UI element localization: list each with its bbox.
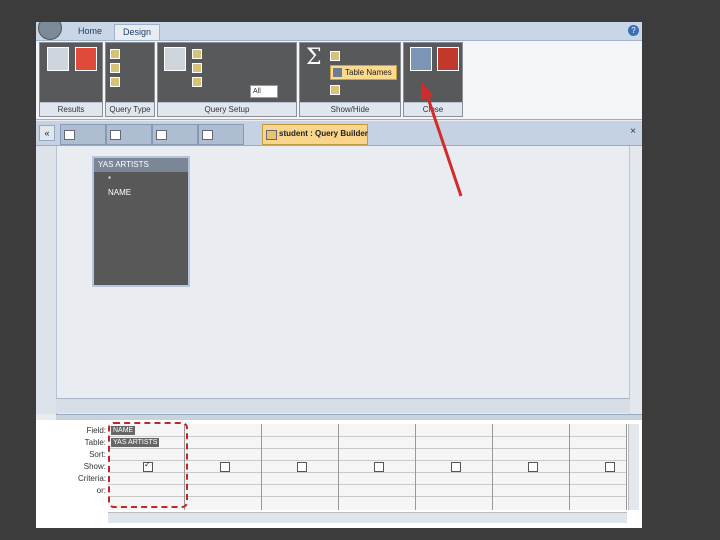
row-label-field: Field: bbox=[86, 426, 106, 435]
field-list-item[interactable]: * bbox=[94, 172, 188, 185]
document-tab-2[interactable] bbox=[106, 124, 152, 145]
close-document-icon[interactable]: × bbox=[630, 126, 636, 137]
property-sheet-button[interactable] bbox=[330, 49, 392, 61]
delete-rows-button[interactable] bbox=[192, 61, 274, 73]
document-tab-4[interactable] bbox=[198, 124, 244, 145]
row-label-table: Table: bbox=[84, 438, 106, 447]
save-icon bbox=[410, 47, 432, 71]
show-checkbox[interactable] bbox=[374, 462, 384, 472]
ribbon: Results Query Type All Query Setup Σ Tab… bbox=[36, 41, 642, 120]
show-checkbox[interactable] bbox=[605, 462, 615, 472]
document-tab-3[interactable] bbox=[152, 124, 198, 145]
row-label-criteria: Criteria: bbox=[77, 474, 106, 483]
grid-column[interactable] bbox=[262, 424, 339, 510]
run-icon bbox=[75, 47, 97, 71]
group-close: Close bbox=[403, 42, 463, 117]
row-label-show: Show: bbox=[83, 462, 106, 471]
vertical-scrollbar[interactable] bbox=[629, 146, 642, 414]
show-checkbox[interactable] bbox=[220, 462, 230, 472]
show-table-icon bbox=[164, 47, 186, 71]
run-button[interactable] bbox=[73, 47, 99, 93]
grid-vertical-scrollbar[interactable] bbox=[628, 424, 639, 510]
return-value-field[interactable]: All bbox=[250, 85, 278, 98]
insert-rows-button[interactable] bbox=[192, 47, 274, 59]
document-tab-query-builder[interactable]: student : Query Builder bbox=[262, 124, 368, 145]
grid-column[interactable] bbox=[570, 424, 627, 510]
table-names-button[interactable]: Table Names bbox=[330, 65, 397, 80]
group-query-type: Query Type bbox=[105, 42, 155, 117]
field-list-title: YAS ARTISTS bbox=[94, 158, 188, 172]
chevron-left-icon[interactable]: « bbox=[39, 125, 55, 141]
group-results: Results bbox=[39, 42, 103, 117]
select-query-button[interactable] bbox=[110, 47, 122, 59]
row-label-or: or: bbox=[96, 486, 106, 495]
view-button[interactable] bbox=[45, 47, 71, 93]
grid-column[interactable] bbox=[416, 424, 493, 510]
group-label-query-setup: Query Setup bbox=[158, 102, 296, 116]
close-icon bbox=[437, 47, 459, 71]
append-button[interactable] bbox=[110, 75, 122, 87]
save-button[interactable] bbox=[408, 47, 434, 93]
tab-design[interactable]: Design bbox=[114, 24, 161, 40]
group-query-setup: All Query Setup bbox=[157, 42, 297, 117]
group-label-results: Results bbox=[40, 102, 102, 116]
view-icon bbox=[47, 47, 69, 71]
table-names-icon bbox=[333, 68, 342, 77]
group-label-show-hide: Show/Hide bbox=[300, 102, 400, 116]
help-icon[interactable]: ? bbox=[628, 25, 639, 36]
ribbon-tab-strip: Home Design ? bbox=[36, 22, 642, 41]
grid-column[interactable] bbox=[493, 424, 570, 510]
builder-button[interactable] bbox=[192, 75, 254, 87]
highlight-first-column bbox=[108, 422, 188, 508]
group-label-query-type: Query Type bbox=[106, 102, 154, 116]
close-button[interactable] bbox=[435, 47, 461, 93]
office-button[interactable] bbox=[38, 22, 62, 40]
horizontal-scrollbar[interactable] bbox=[56, 398, 630, 413]
group-show-hide: Σ Table Names Show/Hide bbox=[299, 42, 401, 117]
grid-horizontal-scrollbar[interactable] bbox=[108, 512, 627, 523]
group-label-close: Close bbox=[404, 102, 462, 116]
grid-row-labels: Field: Table: Sort: Show: Criteria: or: bbox=[56, 425, 106, 497]
query-design-pane: YAS ARTISTS * NAME bbox=[36, 146, 642, 414]
show-checkbox[interactable] bbox=[451, 462, 461, 472]
navigation-pane-collapsed[interactable] bbox=[36, 146, 57, 414]
row-label-sort: Sort: bbox=[89, 450, 106, 459]
document-tab-label: student : Query Builder bbox=[279, 129, 368, 138]
show-table-button[interactable] bbox=[162, 47, 188, 93]
table-names-label: Table Names bbox=[345, 68, 392, 77]
totals-icon[interactable]: Σ bbox=[306, 45, 322, 70]
access-window: Home Design ? Results Query Type All Que… bbox=[36, 22, 642, 528]
tab-home[interactable]: Home bbox=[70, 24, 110, 39]
make-table-button[interactable] bbox=[110, 61, 122, 73]
show-checkbox[interactable] bbox=[528, 462, 538, 472]
show-checkbox[interactable] bbox=[297, 462, 307, 472]
document-tab-strip: « student : Query Builder × bbox=[36, 121, 642, 146]
document-tab-1[interactable] bbox=[60, 124, 106, 145]
parameters-button[interactable] bbox=[330, 83, 392, 95]
grid-column[interactable] bbox=[185, 424, 262, 510]
grid-column[interactable] bbox=[339, 424, 416, 510]
field-list-item[interactable]: NAME bbox=[94, 185, 188, 198]
field-list-table[interactable]: YAS ARTISTS * NAME bbox=[92, 156, 190, 287]
